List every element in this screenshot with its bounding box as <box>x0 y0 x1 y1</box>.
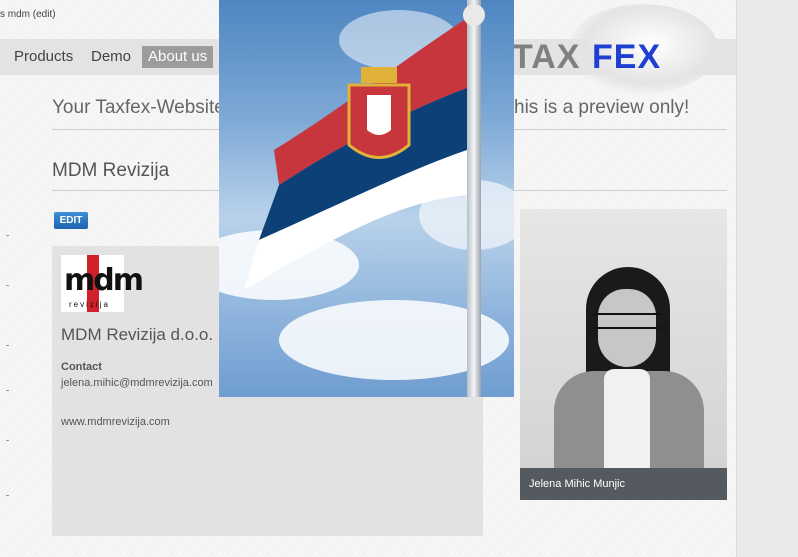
nav-products[interactable]: Products <box>8 46 79 68</box>
person-caption: Jelena Mihic Munjic <box>520 468 727 500</box>
person-card: Jelena Mihic Munjic <box>520 209 727 500</box>
nav-demo[interactable]: Demo <box>85 46 137 68</box>
logo-subtext: revizija <box>69 300 110 309</box>
flag-image <box>219 0 514 397</box>
contact-label: Contact <box>61 361 102 373</box>
contact-email[interactable]: jelena.mihic@mdmrevizija.com <box>61 377 213 389</box>
pole-cap <box>463 4 485 26</box>
preview-notice-left: Your Taxfex-Website <box>52 97 225 118</box>
photo-glasses <box>594 313 660 329</box>
nav-about-us[interactable]: About us <box>142 46 214 68</box>
right-gutter <box>736 0 798 557</box>
edit-button[interactable]: EDIT <box>54 212 88 229</box>
flag-pole <box>467 0 481 397</box>
breadcrumb[interactable]: s mdm (edit) <box>0 9 56 20</box>
person-name: Jelena Mihic Munjic <box>529 478 625 490</box>
preview-notice-right: his is a preview only! <box>514 97 690 118</box>
page-title: MDM Revizija <box>52 160 170 181</box>
company-logo: mdm revizija <box>61 255 144 312</box>
logo-tax: TAX <box>512 38 581 76</box>
photo-shirt <box>604 369 650 479</box>
logo-letters: mdm <box>64 263 144 298</box>
company-website[interactable]: www.mdmrevizija.com <box>61 416 170 428</box>
page: s mdm (edit) Products Demo About us TAX … <box>0 0 736 557</box>
taxfex-logo[interactable]: TAX FEX <box>508 4 726 94</box>
company-name: MDM Revizija d.o.o. <box>61 325 214 344</box>
logo-fex: FEX <box>592 38 662 76</box>
